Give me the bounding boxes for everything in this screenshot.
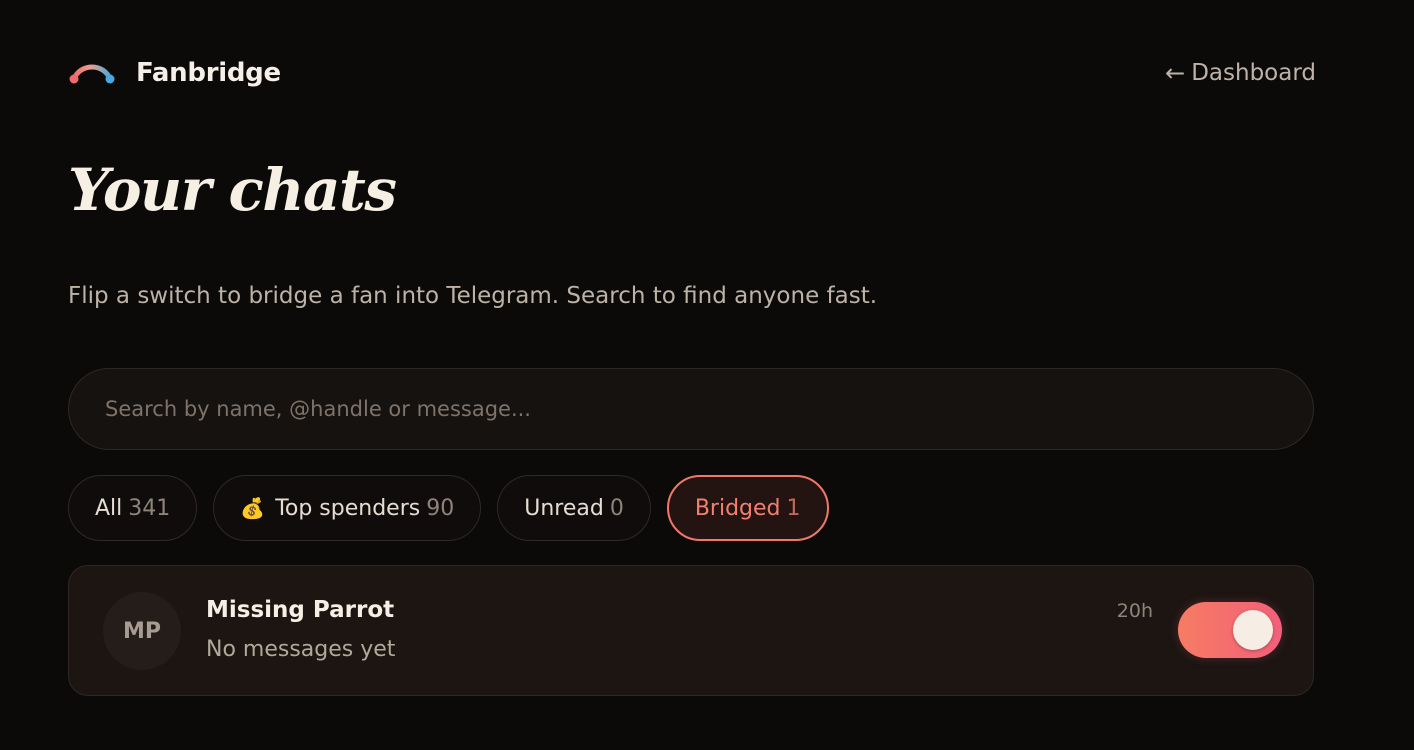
filter-chip-label: Bridged [694, 495, 781, 521]
brand[interactable]: Fanbridge [68, 58, 281, 88]
page-title: Your chats [68, 156, 397, 224]
chat-list-item[interactable]: MP Missing Parrot No messages yet 20h [68, 565, 1314, 696]
filter-chip-bridged[interactable]: Bridged 1 [666, 475, 829, 541]
toggle-knob [1233, 610, 1273, 650]
chat-name: Missing Parrot [206, 597, 395, 623]
bridge-toggle[interactable] [1178, 602, 1282, 658]
filter-chip-label: Top spenders [275, 495, 421, 521]
filter-chip-all[interactable]: All 341 [68, 475, 198, 541]
bridge-arc-icon [68, 61, 116, 85]
avatar: MP [103, 592, 181, 670]
back-to-dashboard-link[interactable]: ← Dashboard [1165, 59, 1316, 87]
filter-chip-unread[interactable]: Unread 0 [497, 475, 651, 541]
filter-chip-count: 0 [609, 495, 624, 521]
search-input[interactable] [103, 396, 1279, 422]
back-link-label: Dashboard [1191, 60, 1316, 86]
chat-preview: No messages yet [206, 637, 396, 662]
filter-chip-count: 341 [128, 495, 171, 521]
filter-chip-count: 1 [786, 495, 801, 521]
search-bar[interactable] [68, 368, 1314, 450]
brand-name: Fanbridge [136, 58, 281, 88]
filter-chip-top-spenders[interactable]: 💰 Top spenders 90 [213, 475, 482, 541]
back-arrow-icon: ← [1165, 59, 1186, 87]
top-bar: Fanbridge ← Dashboard [68, 54, 1316, 92]
filter-chip-label: Unread [524, 495, 604, 521]
filter-chips: All 341 💰 Top spenders 90 Unread 0 Bridg… [68, 475, 829, 541]
chat-timestamp: 20h [1116, 600, 1153, 622]
chats-page: Fanbridge ← Dashboard Your chats Flip a … [0, 0, 1414, 750]
filter-chip-count: 90 [426, 495, 455, 521]
money-bag-icon: 💰 [240, 496, 266, 520]
filter-chip-label: All [95, 495, 123, 521]
page-subtitle: Flip a switch to bridge a fan into Teleg… [68, 283, 878, 309]
